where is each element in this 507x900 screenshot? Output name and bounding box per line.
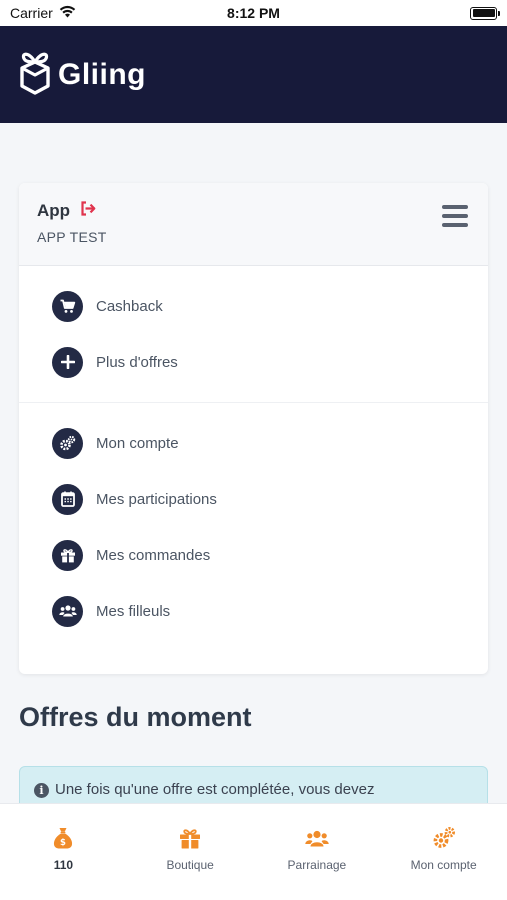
menu-item-plus-offres[interactable]: Plus d'offres [19, 334, 488, 390]
app-header: Gliing [0, 26, 507, 123]
logo-text: Gliing [58, 57, 146, 91]
status-time: 8:12 PM [227, 5, 280, 21]
plus-icon [52, 346, 83, 378]
card-header: App APP TEST [19, 183, 488, 266]
menu-label-mes-participations: Mes participations [96, 490, 217, 508]
tab-label-balance: 110 [53, 858, 74, 872]
menu-label-mon-compte: Mon compte [96, 434, 179, 452]
money-bag-icon: $ [51, 826, 75, 850]
cart-icon [52, 290, 83, 322]
info-icon: i [34, 783, 49, 798]
menu-group-account: Mon compte Mes participations Mes comman… [19, 402, 488, 651]
users-icon [305, 826, 329, 850]
tab-parrainage[interactable]: Parrainage [254, 804, 381, 900]
section-title: Offres du moment [19, 702, 252, 732]
card-title-row: App [37, 201, 488, 221]
tab-balance[interactable]: $ 110 [0, 804, 127, 900]
battery-icon [470, 6, 500, 20]
status-left: Carrier [10, 5, 76, 21]
tab-label-mon-compte: Mon compte [410, 858, 477, 872]
wifi-icon [59, 5, 76, 21]
gift-icon [178, 826, 202, 850]
menu-group-offers: Cashback Plus d'offres [19, 266, 488, 402]
tab-boutique[interactable]: Boutique [127, 804, 254, 900]
gift-box-logo-icon [18, 48, 52, 101]
menu-label-plus-offres: Plus d'offres [96, 353, 178, 371]
logout-icon[interactable] [80, 201, 96, 221]
menu-label-mes-filleuls: Mes filleuls [96, 602, 171, 620]
menu-label-mes-commandes: Mes commandes [96, 546, 211, 564]
info-alert-text: Une fois qu'une offre est complétée, vou… [55, 781, 375, 798]
carrier-label: Carrier [10, 5, 53, 21]
calendar-icon [52, 483, 83, 515]
tab-mon-compte[interactable]: Mon compte [380, 804, 507, 900]
account-subtitle: APP TEST [37, 229, 107, 245]
gift-icon [52, 539, 83, 571]
menu-item-mes-commandes[interactable]: Mes commandes [19, 527, 488, 583]
tab-label-parrainage: Parrainage [287, 858, 347, 872]
account-card: App APP TEST Cashback Plus d'offres Mon … [19, 183, 488, 674]
menu-item-mon-compte[interactable]: Mon compte [19, 415, 488, 471]
svg-text:$: $ [60, 838, 66, 848]
account-name: App [37, 201, 71, 220]
logo[interactable]: Gliing [18, 48, 146, 101]
status-bar: Carrier 8:12 PM [0, 0, 507, 26]
menu-item-mes-participations[interactable]: Mes participations [19, 471, 488, 527]
bottom-tab-bar: $ 110 Boutique Parrainage Mon compte [0, 803, 507, 900]
menu-label-cashback: Cashback [96, 297, 163, 315]
users-icon [52, 595, 83, 627]
tab-label-boutique: Boutique [166, 858, 214, 872]
gears-icon [432, 826, 456, 850]
menu-item-cashback[interactable]: Cashback [19, 278, 488, 334]
gears-icon [52, 427, 83, 459]
menu-item-mes-filleuls[interactable]: Mes filleuls [19, 583, 488, 639]
hamburger-menu-button[interactable] [442, 205, 468, 227]
